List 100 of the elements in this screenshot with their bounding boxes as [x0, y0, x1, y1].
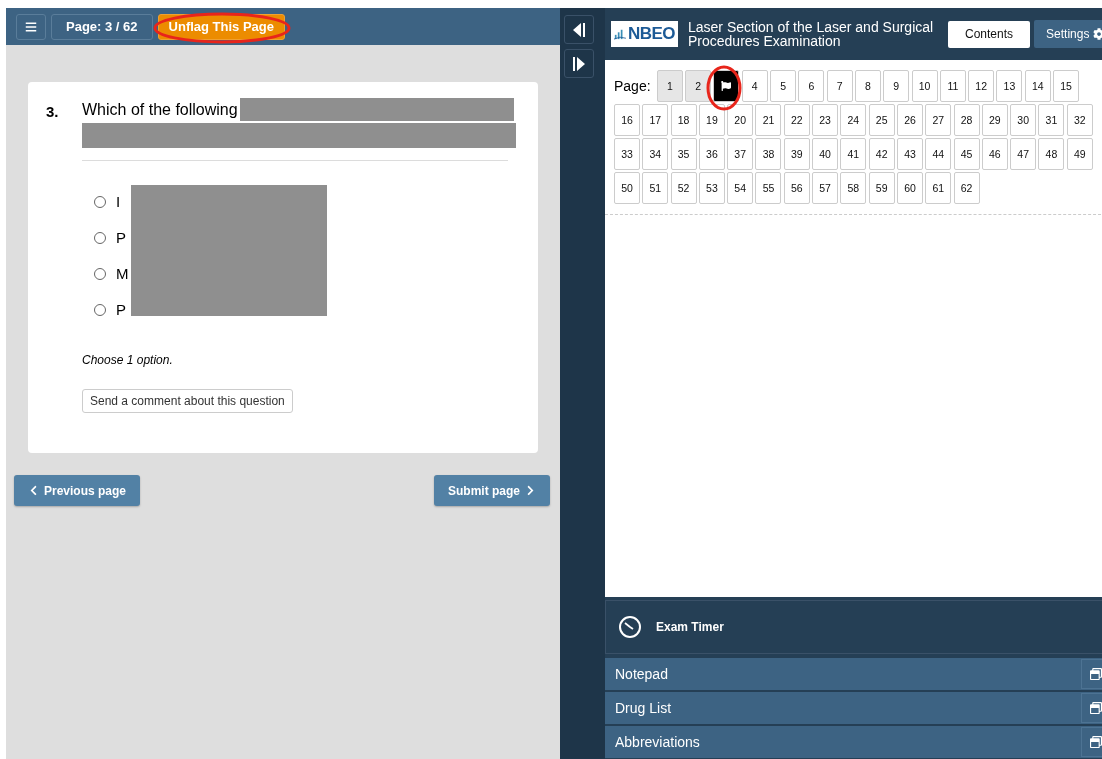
collapse-left-icon [572, 21, 586, 38]
page-button[interactable]: 60 [896, 172, 923, 204]
option-text: M [116, 265, 129, 282]
page-button[interactable]: 9 [883, 70, 910, 102]
page-button[interactable]: 22 [783, 104, 810, 136]
page-button[interactable]: 29 [981, 104, 1008, 136]
tool-panel-bar[interactable]: Abbreviations [605, 726, 1102, 758]
page-button[interactable]: 38 [755, 138, 782, 170]
radio-button[interactable] [94, 231, 106, 244]
popout-button[interactable] [1081, 659, 1102, 689]
tool-label: Notepad [615, 666, 668, 682]
page-button[interactable]: 1 [656, 70, 683, 102]
option-text: P [116, 229, 126, 246]
page-button[interactable]: 37 [727, 138, 754, 170]
page-button[interactable]: 62 [953, 172, 980, 204]
page-button[interactable]: 17 [642, 104, 669, 136]
page-button[interactable]: 34 [642, 138, 669, 170]
page-button[interactable]: 49 [1066, 138, 1093, 170]
page-button[interactable]: 33 [614, 138, 640, 170]
page-button[interactable]: 2 [685, 70, 712, 102]
question-text: Which of the following [82, 100, 238, 120]
previous-page-button[interactable]: Previous page [14, 475, 141, 506]
popout-button[interactable] [1081, 727, 1102, 757]
page-button[interactable]: 61 [925, 172, 952, 204]
page-button[interactable]: 30 [1010, 104, 1037, 136]
page-button[interactable]: 13 [996, 70, 1023, 102]
page-button[interactable]: 48 [1038, 138, 1065, 170]
tool-label: Abbreviations [615, 734, 700, 750]
page-button[interactable]: 6 [798, 70, 825, 102]
page-button[interactable]: 57 [812, 172, 839, 204]
radio-button[interactable] [94, 195, 106, 208]
popout-icon [1090, 668, 1102, 680]
page-button[interactable]: 53 [698, 172, 725, 204]
page-button[interactable]: 5 [770, 70, 797, 102]
menu-button[interactable] [16, 13, 46, 40]
page-button[interactable]: 46 [981, 138, 1008, 170]
flag-icon [721, 81, 732, 91]
logo: NBEO [611, 21, 678, 47]
contents-button[interactable]: Contents [948, 20, 1031, 48]
page-button[interactable]: 39 [783, 138, 810, 170]
menu-icon [25, 20, 37, 33]
radio-button[interactable] [94, 267, 106, 280]
instruction-text: Choose 1 option. [82, 353, 174, 367]
submit-page-button[interactable]: Submit page [434, 475, 550, 506]
bar-chart-icon [614, 27, 626, 41]
page-button[interactable]: 59 [868, 172, 895, 204]
page-button[interactable]: 21 [755, 104, 782, 136]
page-button[interactable]: 50 [614, 172, 640, 204]
collapse-left-button[interactable] [564, 15, 594, 44]
exam-title: Laser Section of the Laser and Surgical Procedures Examination [688, 20, 935, 48]
tool-panel-bar[interactable]: Drug List [605, 692, 1102, 724]
expand-right-button[interactable] [564, 49, 594, 78]
comment-button[interactable]: Send a comment about this question [82, 389, 293, 413]
page-button[interactable] [713, 70, 740, 102]
page-button[interactable]: 8 [854, 70, 881, 102]
page-button[interactable]: 44 [925, 138, 952, 170]
timer-label: Exam Timer [656, 620, 724, 634]
page-button[interactable]: 12 [968, 70, 995, 102]
page-button[interactable]: 25 [868, 104, 895, 136]
page-button[interactable]: 55 [755, 172, 782, 204]
option-text: I [116, 193, 121, 210]
chevron-left-icon [28, 485, 39, 496]
page-button[interactable]: 4 [741, 70, 768, 102]
page-button[interactable]: 32 [1066, 104, 1093, 136]
page-button[interactable]: 51 [642, 172, 669, 204]
expand-right-icon [572, 55, 586, 72]
page-button[interactable]: 36 [698, 138, 725, 170]
page-button[interactable]: 31 [1038, 104, 1065, 136]
page-button[interactable]: 58 [840, 172, 867, 204]
page-button[interactable]: 7 [826, 70, 853, 102]
tool-panel-bar[interactable]: Notepad [605, 658, 1102, 690]
radio-button[interactable] [94, 303, 106, 316]
page-button[interactable]: 54 [727, 172, 754, 204]
settings-button[interactable]: Settings [1034, 20, 1102, 48]
page-button[interactable]: 40 [812, 138, 839, 170]
page-button[interactable]: 42 [868, 138, 895, 170]
page-button[interactable]: 52 [670, 172, 697, 204]
page-button[interactable]: 20 [727, 104, 754, 136]
page-button[interactable]: 47 [1010, 138, 1037, 170]
popout-button[interactable] [1081, 693, 1102, 723]
page-button[interactable]: 15 [1053, 70, 1080, 102]
page-button[interactable]: 28 [953, 104, 980, 136]
question-number: 3. [46, 102, 60, 122]
page-button[interactable]: 16 [614, 104, 640, 136]
page-button[interactable]: 41 [840, 138, 867, 170]
page-button[interactable]: 18 [670, 104, 697, 136]
page-button[interactable]: 35 [670, 138, 697, 170]
page-button[interactable]: 23 [812, 104, 839, 136]
page-button[interactable]: 56 [783, 172, 810, 204]
page-button[interactable]: 19 [698, 104, 725, 136]
page-button[interactable]: 10 [911, 70, 938, 102]
page-button[interactable]: 24 [840, 104, 867, 136]
page-button[interactable]: 27 [925, 104, 952, 136]
page-button[interactable]: 11 [939, 70, 966, 102]
page-button[interactable]: 14 [1024, 70, 1051, 102]
page-button[interactable]: 43 [896, 138, 923, 170]
tool-label: Drug List [615, 700, 672, 716]
page-button[interactable]: 26 [896, 104, 923, 136]
page-button[interactable]: 45 [953, 138, 980, 170]
page-indicator[interactable]: Page: 3 / 62 [51, 13, 153, 40]
